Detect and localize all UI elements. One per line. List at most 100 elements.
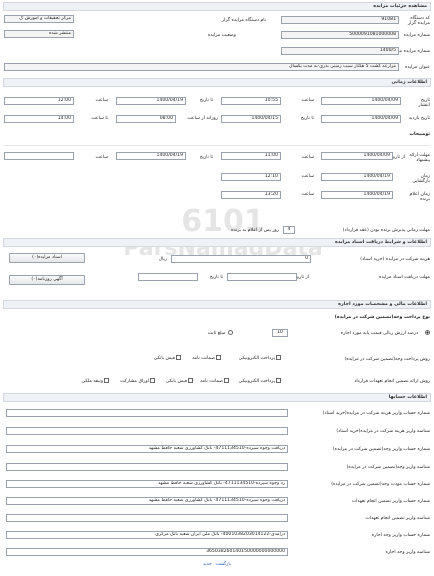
percent-option[interactable] xyxy=(424,330,430,337)
cg-property-label: وثیقه ملکی xyxy=(81,379,103,384)
offer-deadline-label: مهلت ارائه پیشنهاد xyxy=(409,153,430,163)
documents-section-header: اطلاعات و شرایط دریافت اسناد مزایده xyxy=(3,238,431,247)
publish-time-label: ساعت xyxy=(301,98,314,103)
watermark: 6101 ParsNamadData xyxy=(98,207,348,261)
account-row-value xyxy=(6,427,288,435)
cg-guarantee-option[interactable]: ضمانت نامه xyxy=(200,378,229,385)
title-label: عنوان مزایده xyxy=(405,65,430,70)
back-link[interactable]: بازگشت xyxy=(215,562,231,567)
pay-guarantee-option[interactable]: ضمانت نامه xyxy=(192,355,221,362)
account-row-label: شناسه واریز هزینه شرکت در مزایده(خرید اس… xyxy=(336,429,430,434)
new-link[interactable]: جدید xyxy=(203,562,212,567)
cg-property-option[interactable]: وثیقه ملکی xyxy=(82,378,109,385)
watermark-number: 6101 xyxy=(181,204,265,239)
offer-from-time-field[interactable]: 11:00 xyxy=(221,152,281,160)
visit-to-time-label: تا ساعت xyxy=(91,116,108,121)
status-label: وضعیت مزایده xyxy=(207,33,236,38)
visit-to-date-field[interactable]: 1400/04/15 xyxy=(221,115,281,123)
visit-to-date-label: تا تاریخ xyxy=(300,116,314,121)
fixed-amount-option[interactable]: مبلغ ثابت xyxy=(208,330,233,337)
cg-bank-label: فیش بانکی xyxy=(165,379,187,384)
pay-electronic-option[interactable]: پرداخت الکترونیکی xyxy=(239,355,281,362)
publish-date-field[interactable]: 1400/04/09 xyxy=(321,97,401,105)
account-row-label: شناسه واریز وجه اجاره xyxy=(385,550,430,555)
account-row-value xyxy=(6,463,288,471)
publish-to-date-field[interactable]: 1400/04/19 xyxy=(116,97,186,105)
offer-from-label: از تاریخ xyxy=(390,155,405,160)
cg-bonds-label: اوراق مشارکت xyxy=(120,379,149,384)
guarantee-type-label: نوع پرداخت وجه(تضمین شرکت در مزایده) xyxy=(334,315,430,320)
fixed-amount-radio[interactable] xyxy=(228,330,233,335)
doc-from-label: از تاریخ xyxy=(294,275,309,280)
auctioneer-name-label: نام دستگاه مزایده گزار xyxy=(221,18,266,23)
cg-bonds-checkbox[interactable] xyxy=(150,378,155,383)
cg-bonds-option[interactable]: اوراق مشارکت xyxy=(120,378,155,385)
contract-deadline-field[interactable]: 4 xyxy=(283,226,295,234)
footer: بازگشت جدید xyxy=(0,562,434,567)
opening-date-field[interactable]: 1400/04/19 xyxy=(321,173,393,181)
cg-property-checkbox[interactable] xyxy=(104,378,109,383)
financial-section-header: اطلاعات مالی و مشخصات مورد اجاره xyxy=(3,300,431,309)
publish-to-time-field[interactable]: 12:00 xyxy=(4,97,74,105)
percent-radio[interactable] xyxy=(425,330,430,335)
contract-deadline-label: مهلت زمانی پذیرش برنده بودن (عقد قرارداد… xyxy=(342,228,430,233)
notes-area xyxy=(3,138,431,146)
visit-date-field[interactable]: 1400/04/09 xyxy=(321,115,401,123)
auction-docs-button[interactable]: اسناد مزایده(۰) xyxy=(9,253,85,263)
newspaper-ad-button[interactable]: آگهی روزنامه(۰) xyxy=(9,275,85,285)
publish-time-field[interactable]: 10:55 xyxy=(221,97,281,105)
account-row-label: شناسه واریز وجه(تضمین شرکت در مزایده) xyxy=(346,465,430,470)
winner-date-field[interactable]: 1400/04/19 xyxy=(321,191,393,199)
title-field: مزارعه کشت 5 هکتار سیب زمینی بذری-به مدت… xyxy=(4,63,399,71)
auctioneer-code-field: 91081 xyxy=(281,16,399,24)
doc-fee-field: 0 xyxy=(171,255,311,263)
pay-electronic-checkbox[interactable] xyxy=(276,355,281,360)
auctioneer-code-label: کد دستگاه مزایده گزار xyxy=(407,16,430,26)
publish-date-label: تاریخ انتشار xyxy=(418,98,430,108)
visit-from-time-field[interactable]: 08:00 xyxy=(116,115,176,123)
status-field: منتشر شده xyxy=(4,30,74,38)
pay-bank-checkbox[interactable] xyxy=(176,355,181,360)
account-row-value xyxy=(6,409,288,417)
account-row-value: دریافت وجوه سپرده-4711134510- بانک کشاور… xyxy=(6,497,288,505)
doc-receive-label: مهلت دریافت اسناد مزایده xyxy=(379,275,430,280)
cg-guarantee-label: ضمانت نامه xyxy=(200,379,223,384)
offer-from-time-label: ساعت xyxy=(301,155,314,160)
visit-to-time-field[interactable]: 14:00 xyxy=(4,115,74,123)
page-title: مشاهده جزئیات مزایده xyxy=(3,2,431,11)
pay-guarantee-checkbox[interactable] xyxy=(216,355,221,360)
accounts-section-header: اطلاعات حسابها xyxy=(3,393,431,402)
winner-time-field[interactable]: 13:20 xyxy=(221,191,281,199)
percent-field[interactable]: 10 xyxy=(272,329,288,337)
visit-daily-from-label: روزانه از ساعت xyxy=(187,116,218,121)
auctioneer-name-field: مرکز تحقیقات و آموزش ک xyxy=(4,15,74,23)
pay-electronic-label: پرداخت الکترونیکی xyxy=(238,356,275,361)
offer-to-time-field[interactable] xyxy=(4,152,74,160)
cg-guarantee-checkbox[interactable] xyxy=(224,378,229,383)
visit-date-label: تاریخ بازدید xyxy=(408,116,430,121)
offer-from-date-field[interactable]: 1400/04/09 xyxy=(321,152,393,160)
pay-guarantee-label: ضمانت نامه xyxy=(192,356,215,361)
publish-to-date-label: تا تاریخ xyxy=(199,98,213,103)
contract-deadline-suffix: روز پس از اعلام به برنده xyxy=(231,228,279,233)
doc-from-date-field[interactable] xyxy=(227,273,297,281)
cg-bank-checkbox[interactable] xyxy=(188,378,193,383)
opening-time-field[interactable]: 12:10 xyxy=(221,173,281,181)
offer-to-date-field[interactable]: 1400/04/19 xyxy=(116,152,186,160)
account-row-label: شماره حساب مودت وجه(تضمین شرکت در مزایده… xyxy=(331,482,430,487)
pay-method-label: روش پرداخت وجه(تضمین شرکت در مزایده) xyxy=(344,357,430,362)
timing-section-header: اطلاعات زمانی xyxy=(3,78,431,87)
doc-to-date-field[interactable] xyxy=(138,273,198,281)
pay-bank-option[interactable]: فیش بانکی xyxy=(154,355,181,362)
account-row-label: شماره حساب واریز تضمین انجام تعهدات xyxy=(351,499,430,504)
opening-time-label: ساعت xyxy=(301,174,314,179)
notes-label: توضیحات xyxy=(409,132,430,137)
cg-bank-option[interactable]: فیش بانکی xyxy=(166,378,193,385)
cg-electronic-checkbox[interactable] xyxy=(276,378,281,383)
account-row-value: درآمدی-4001038203014122- بانک ملی ایران … xyxy=(6,531,288,539)
cg-electronic-option[interactable]: پرداخت الکترونیکی xyxy=(239,378,281,385)
opening-label: زمان بازگشایی xyxy=(412,174,430,184)
account-row-label: شماره حساب واریز هزینه شرکت در مزایده(خر… xyxy=(322,411,430,416)
currency-label: ریال xyxy=(158,257,167,262)
auction-number-field: 5000091081000008 xyxy=(281,31,399,39)
